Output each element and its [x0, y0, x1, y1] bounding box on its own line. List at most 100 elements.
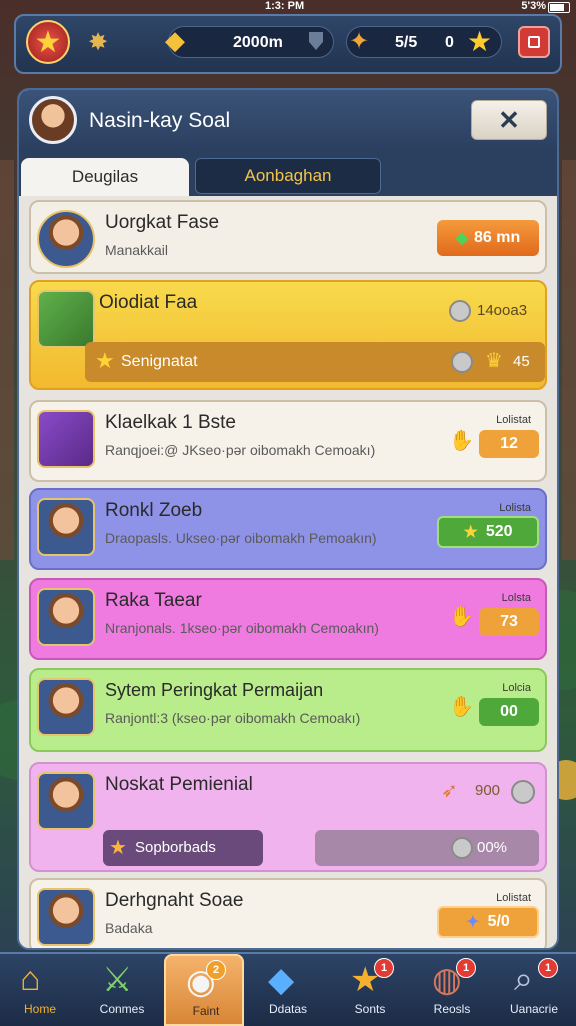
sub-bar: ★ Sopborbads: [103, 830, 263, 866]
reward-button[interactable]: ★ 520: [437, 516, 539, 548]
top-bar: ★ ✸ ◆ 2000m ✦ 5/5 0 ★: [14, 14, 562, 74]
nav-label: Home: [23, 1002, 56, 1016]
nav-data[interactable]: ◆ Ddatas: [248, 954, 328, 1026]
status-time: 1:3: PM: [265, 0, 305, 12]
reward-button[interactable]: ✦ 5/0: [437, 906, 539, 938]
ranking-panel: Nasin-kay Soal ✕ Deugilas Aonbaghan Uorg…: [17, 88, 559, 950]
ladder-icon: [37, 290, 95, 348]
row-subtitle: Manakkail: [105, 242, 169, 258]
nav-home[interactable]: ⌂ Home: [0, 954, 80, 1026]
tab-second[interactable]: Aonbaghan: [195, 158, 381, 194]
row-title: Derhgnaht Soae: [105, 890, 244, 911]
tab-bar: Deugilas Aonbaghan: [19, 152, 557, 196]
reward-value: 73: [500, 613, 518, 630]
nav-games[interactable]: ⚔ Conmes: [82, 954, 162, 1026]
score-value: 0: [445, 34, 454, 51]
row-subtitle: Ranqjoei:@ JKseo·pər oibomakh Cemoakı): [105, 442, 376, 458]
hand-icon: ✋: [449, 696, 474, 718]
row-subtitle: Ranjontl:3 (kseo·pər oibomakh Cemoakı): [105, 710, 361, 726]
row-title: Klaelkak 1 Bste: [105, 412, 236, 433]
gift-box-icon: [37, 410, 95, 468]
battery-icon: [548, 2, 570, 13]
search-icon: ⌕: [514, 960, 534, 998]
close-button[interactable]: ✕: [471, 100, 547, 140]
gem-counter[interactable]: ✦ 5/5 0 ★: [346, 26, 502, 58]
avatar[interactable]: [29, 96, 77, 144]
status-bar: 1:3: PM 5'3%: [0, 0, 576, 14]
list-item[interactable]: Sytem Peringkat Permaijan Ranjontl:3 (ks…: [29, 668, 547, 752]
avatar: [37, 678, 95, 736]
hand-icon: ✋: [449, 606, 474, 628]
notification-badge: 2: [206, 960, 226, 980]
progress-bar: 00%: [315, 830, 539, 866]
reward-value: 00: [500, 703, 518, 720]
stop-icon: [528, 36, 540, 48]
small-star-icon[interactable]: ✸: [88, 28, 108, 57]
avatar: [37, 588, 95, 646]
row-subtitle: Draopasls. Ukseo·pər oibomakh Pemoakın): [105, 530, 377, 546]
gift-icon: ✦: [349, 28, 370, 55]
row-value: 900: [475, 782, 501, 799]
nav-search[interactable]: ⌕ 1 Uanacrie: [494, 954, 574, 1026]
reward-button[interactable]: 73: [479, 608, 539, 636]
row-corner-label: Lolcia: [502, 682, 531, 694]
gold-star-icon: ★: [95, 348, 115, 373]
tab-first[interactable]: Deugilas: [21, 158, 189, 196]
nav-sorts[interactable]: ★ 1 Sonts: [330, 954, 410, 1026]
gold-star-icon: ★: [463, 524, 478, 541]
notification-badge: 1: [538, 958, 558, 978]
reward-value: 5/0: [487, 913, 510, 930]
row-corner-label: Lolista: [499, 502, 531, 514]
reward-button[interactable]: 12: [479, 430, 539, 458]
status-battery-text: 5'3%: [521, 0, 546, 12]
reward-value: 86 mn: [474, 229, 521, 246]
row-corner-label: Lolistat: [496, 892, 531, 904]
nav-label: Conmes: [99, 1002, 145, 1016]
list-item[interactable]: Klaelkak 1 Bste Ranqjoei:@ JKseo·pər oib…: [29, 400, 547, 482]
bottom-nav: ⌂ Home ⚔ Conmes ◉ 2 Faint ◆ Ddatas ★ 1 S…: [0, 952, 576, 1026]
nav-results[interactable]: ◍ 1 Reosls: [412, 954, 492, 1026]
trophy-icon: ♛: [485, 350, 503, 372]
list-item[interactable]: Noskat Pemienial ➶ 900 ★ Sopborbads 00%: [29, 762, 547, 872]
reward-button[interactable]: 00: [479, 698, 539, 726]
nav-label: Reosls: [433, 1002, 471, 1016]
nav-paint[interactable]: ◉ 2 Faint: [164, 954, 244, 1026]
list-item[interactable]: Uorgkat Fase Manakkail ◆ 86 mn: [29, 200, 547, 274]
record-button[interactable]: [518, 26, 550, 58]
sword-icon: ⚔: [102, 961, 133, 999]
list-item[interactable]: Oiodiat Faa 14ooa3 ★ Senignatat ♛ 45: [29, 280, 547, 390]
notification-badge: 1: [456, 958, 476, 978]
shield-icon: [309, 32, 323, 50]
row-title: Raka Taear: [105, 590, 202, 611]
sub-label: Senignatat: [121, 353, 198, 370]
sub-value: 45: [513, 353, 530, 370]
reward-button[interactable]: ◆ 86 mn: [437, 220, 539, 256]
arrow-gem-icon: ◆: [455, 230, 469, 247]
nav-label: Faint: [192, 1004, 220, 1018]
star-icon: ★: [34, 25, 62, 59]
list-item[interactable]: Raka Taear Nranjonals. 1kseo·pər oibomak…: [29, 578, 547, 660]
arrow-icon: ➶: [441, 780, 458, 802]
gem-value: 5/5: [395, 34, 418, 51]
panel-title: Nasin-kay Soal: [89, 109, 231, 132]
notification-badge: 1: [374, 958, 394, 978]
coin-icon: [511, 780, 535, 804]
nav-label: Sonts: [354, 1002, 386, 1016]
avatar: [37, 498, 95, 556]
sub-bar: ★ Senignatat ♛ 45: [85, 342, 545, 382]
reward-value: 12: [500, 435, 518, 452]
panel-header: Nasin-kay Soal ✕: [19, 90, 557, 152]
sub-label: Sopborbads: [135, 839, 216, 856]
coin-counter[interactable]: ◆ 2000m: [165, 25, 334, 58]
row-subtitle: Badaka: [105, 920, 153, 936]
row-value: 14ooa3: [477, 302, 528, 319]
gem-icon: ✦: [466, 914, 480, 931]
list-item[interactable]: Ronkl Zoeb Draopasls. Ukseo·pər oibomakh…: [29, 488, 547, 570]
row-title: Ronkl Zoeb: [105, 500, 203, 521]
gold-star-icon: ★: [109, 837, 127, 859]
list-item[interactable]: Derhgnaht Soae Badaka Lolistat ✦ 5/0: [29, 878, 547, 948]
coin-value: 2000m: [233, 34, 283, 51]
row-corner-label: Lolsta: [501, 592, 531, 604]
avatar: [37, 772, 95, 830]
star-menu-button[interactable]: ★: [26, 20, 70, 64]
